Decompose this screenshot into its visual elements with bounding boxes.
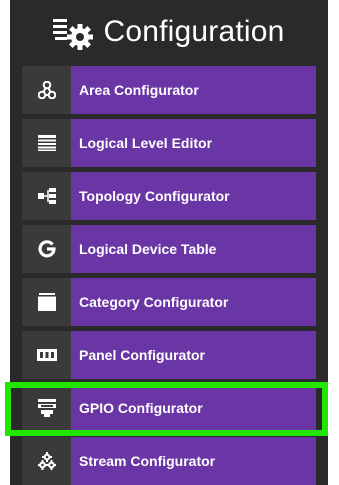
menu-item-logical-level-editor[interactable]: Logical Level Editor: [22, 119, 316, 167]
menu-item-gpio-configurator[interactable]: GPIO Configurator: [22, 384, 316, 432]
configuration-panel: Configuration Area Configurator Logical …: [10, 0, 328, 485]
panel-keys-icon: [22, 331, 71, 379]
menu-item-label: Category Configurator: [79, 294, 229, 310]
menu-item-stream-configurator[interactable]: Stream Configurator: [22, 437, 316, 485]
menu-item-label: Stream Configurator: [79, 453, 216, 469]
layers-icon: [22, 119, 71, 167]
menu-item-category-configurator[interactable]: Category Configurator: [22, 278, 316, 326]
menu-item-label: Logical Device Table: [79, 241, 217, 257]
panel-header: Configuration: [10, 0, 328, 64]
menu-item-label: Logical Level Editor: [79, 135, 213, 151]
topology-tree-icon: [22, 172, 71, 220]
menu-item-label: Topology Configurator: [79, 188, 230, 204]
stream-gears-icon: [22, 437, 71, 485]
area-nodes-icon: [22, 66, 71, 114]
menu-item-label: Panel Configurator: [79, 347, 206, 363]
menu-item-label: Area Configurator: [79, 82, 199, 98]
category-stack-icon: [22, 278, 71, 326]
menu-item-area-configurator[interactable]: Area Configurator: [22, 66, 316, 114]
gpio-chip-icon: [22, 384, 71, 432]
device-g-icon: [22, 225, 71, 273]
menu-item-panel-configurator[interactable]: Panel Configurator: [22, 331, 316, 379]
menu-item-topology-configurator[interactable]: Topology Configurator: [22, 172, 316, 220]
page-title: Configuration: [103, 15, 285, 48]
configuration-gears-icon: [53, 16, 95, 50]
menu-item-label: GPIO Configurator: [79, 400, 203, 416]
menu-item-logical-device-table[interactable]: Logical Device Table: [22, 225, 316, 273]
